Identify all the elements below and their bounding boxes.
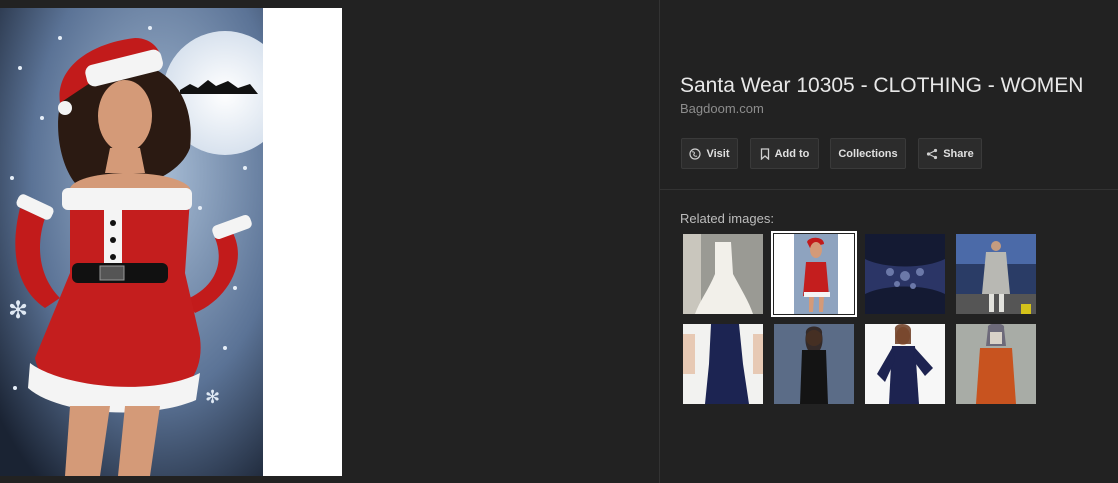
image-source[interactable]: Bagdoom.com: [680, 101, 764, 116]
bookmark-icon: [760, 147, 770, 160]
section-divider: [660, 189, 1118, 190]
related-thumbnail-black-outfit[interactable]: [774, 324, 854, 404]
related-thumbnail-santa-dress[interactable]: [771, 231, 857, 317]
svg-text:✻: ✻: [8, 296, 28, 324]
share-icon: [926, 148, 938, 160]
globe-icon: [689, 147, 702, 160]
svg-text:✻: ✻: [205, 387, 220, 408]
share-button[interactable]: Share: [918, 138, 982, 169]
related-thumbnail-orange-top[interactable]: [956, 324, 1036, 404]
related-thumbnail-navy-dress[interactable]: [683, 324, 763, 404]
image-info-panel: Santa Wear 10305 - CLOTHING - WOMEN Bagd…: [660, 0, 1118, 483]
visit-label: Visit: [706, 147, 730, 160]
related-images-label: Related images:: [680, 211, 774, 226]
main-preview-image[interactable]: ✻ ✻ ✻: [0, 8, 263, 476]
related-thumbnail-bell-sleeve-dress[interactable]: [865, 324, 945, 404]
collections-button[interactable]: Collections: [830, 138, 906, 169]
collections-label: Collections: [838, 147, 898, 160]
visit-button[interactable]: Visit: [681, 138, 738, 169]
add-to-button[interactable]: Add to: [750, 138, 819, 169]
related-thumbnail-grey-coat[interactable]: [956, 234, 1036, 314]
image-title-link[interactable]: Santa Wear 10305 - CLOTHING - WOMEN: [680, 74, 1083, 98]
related-thumbnail-navy-lace[interactable]: [865, 234, 945, 314]
image-padding: [263, 8, 342, 476]
image-preview-area: ✻ ✻ ✻: [0, 0, 659, 483]
related-thumbnail-wedding-dress[interactable]: [683, 234, 763, 314]
share-label: Share: [943, 147, 974, 160]
add-to-label: Add to: [774, 147, 810, 160]
